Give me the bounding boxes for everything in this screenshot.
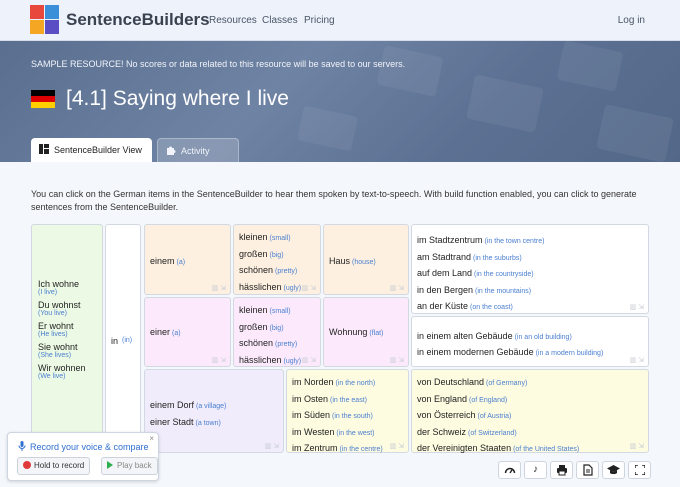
list-item[interactable]: schönen (pretty) — [239, 336, 301, 353]
intro-text: You can click on the German items in the… — [31, 189, 637, 212]
list-item[interactable]: im Stadtzentrum (in the town centre) — [417, 233, 544, 250]
list-item[interactable]: Wir wohnen (We live) — [38, 363, 86, 380]
list-item[interactable]: im Norden (in the north) — [292, 375, 383, 392]
print-icon[interactable] — [550, 461, 573, 479]
close-icon[interactable]: × — [149, 434, 154, 443]
logo-icon[interactable] — [30, 5, 60, 35]
voice-recorder-panel: Record your voice & compare × Hold to re… — [7, 432, 159, 481]
gauge-icon[interactable] — [498, 461, 521, 479]
music-icon[interactable]: ♪ — [524, 461, 547, 479]
list-item[interactable]: von Österreich (of Austria) — [417, 408, 579, 425]
list-item[interactable]: einem Dorf (a village) — [150, 398, 226, 415]
list-item[interactable]: großen (big) — [239, 247, 301, 264]
record-icon — [23, 461, 31, 469]
list-item[interactable]: Sie wohnt (She lives) — [38, 342, 86, 359]
list-item[interactable]: von Deutschland (of Germany) — [417, 375, 579, 392]
nav-link-classes[interactable]: Classes — [262, 15, 298, 26]
list-item[interactable]: am Stadtrand (in the suburbs) — [417, 250, 544, 267]
list-item[interactable]: hässlichen (ugly) — [239, 353, 301, 370]
brand-name[interactable]: SentenceBuilders — [66, 10, 210, 30]
list-item[interactable]: in einem modernen Gebäude (in a modern bu… — [417, 345, 603, 361]
voice-recorder-title[interactable]: Record your voice & compare — [18, 441, 149, 452]
list-item[interactable]: von England (of England) — [417, 392, 579, 409]
list-item[interactable]: auf dem Land (in the countryside) — [417, 266, 544, 283]
nav-link-pricing[interactable]: Pricing — [304, 15, 335, 26]
list-item[interactable]: hässlichen (ugly) — [239, 280, 301, 297]
fullscreen-icon[interactable] — [628, 461, 651, 479]
list-item[interactable]: Ich wohne (I live) — [38, 279, 86, 296]
top-nav: SentenceBuilders Resources Classes Prici… — [0, 0, 680, 41]
play-back-button[interactable]: Play back — [101, 457, 158, 475]
list-item[interactable]: an der Küste (on the coast) — [417, 299, 544, 316]
list-item[interactable]: kleinen (small) — [239, 303, 301, 320]
hold-to-record-button[interactable]: Hold to record — [17, 457, 91, 475]
document-icon[interactable] — [576, 461, 599, 479]
list-item[interactable]: kleinen (small) — [239, 230, 301, 247]
countries-cell: von Deutschland (of Germany) von England(… — [411, 369, 649, 453]
list-item[interactable]: im Osten (in the east) — [292, 392, 383, 409]
list-item[interactable]: schönen (pretty) — [239, 263, 301, 280]
article-cell[interactable]: einer (a) ▥ ⇲ — [144, 297, 231, 367]
tab-label: SentenceBuilder View — [54, 145, 142, 155]
village-town-cell: einem Dorf (a village) einer Stadt (a town… — [144, 369, 284, 453]
list-item[interactable]: der Vereinigten Staaten (of the United St… — [417, 441, 579, 458]
grid-icon — [39, 144, 49, 154]
german-flag-icon — [31, 90, 55, 108]
tab-activity-view[interactable]: Activity View — [157, 138, 239, 162]
resource-banner: SAMPLE RESOURCE! No scores or data relat… — [0, 41, 680, 162]
tab-sentencebuilder-view[interactable]: SentenceBuilder View — [31, 138, 152, 162]
places-cell: im Stadtzentrum (in the town centre) am S… — [411, 224, 649, 314]
list-item[interactable]: im Zentrum (in the centre) — [292, 441, 383, 458]
adjectives-cell: kleinen (small) großen (big) schönen (prett… — [233, 297, 321, 367]
sample-notice: SAMPLE RESOURCE! No scores or data relat… — [31, 59, 406, 69]
list-item[interactable]: in den Bergen (in the mountains) — [417, 283, 544, 300]
list-item[interactable]: der Schweiz (of Switzerland) — [417, 425, 579, 442]
list-item[interactable]: in einem alten Gebäude (in an old buildin… — [417, 329, 603, 345]
login-link[interactable]: Log in — [618, 15, 645, 26]
directions-cell: im Norden (in the north) im Osten (in the … — [286, 369, 409, 453]
places-cell: in einem alten Gebäude (in an old buildin… — [411, 316, 649, 367]
play-icon — [107, 461, 113, 469]
noun-cell[interactable]: Wohnung (flat) ▥ ⇲ — [323, 297, 409, 367]
microphone-icon — [18, 441, 26, 451]
nav-link-resources[interactable]: Resources — [209, 15, 257, 26]
list-item[interactable]: im Süden (in the south) — [292, 408, 383, 425]
article-cell[interactable]: einem (a) ▥ ⇲ — [144, 224, 231, 295]
list-item[interactable]: Er wohnt (He lives) — [38, 321, 86, 338]
list-item[interactable]: Du wohnst (You live) — [38, 300, 86, 317]
noun-cell[interactable]: Haus (house) ▥ ⇲ — [323, 224, 409, 295]
puzzle-icon — [167, 146, 176, 155]
adjectives-cell: kleinen (small) großen (big) schönen (prett… — [233, 224, 321, 295]
list-item[interactable]: großen (big) — [239, 320, 301, 337]
graduation-cap-icon[interactable] — [602, 461, 625, 479]
page-title: [4.1] Saying where I live — [66, 87, 289, 110]
list-item[interactable]: im Westen (in the west) — [292, 425, 383, 442]
list-item[interactable]: einer Stadt (a town) — [150, 415, 226, 432]
